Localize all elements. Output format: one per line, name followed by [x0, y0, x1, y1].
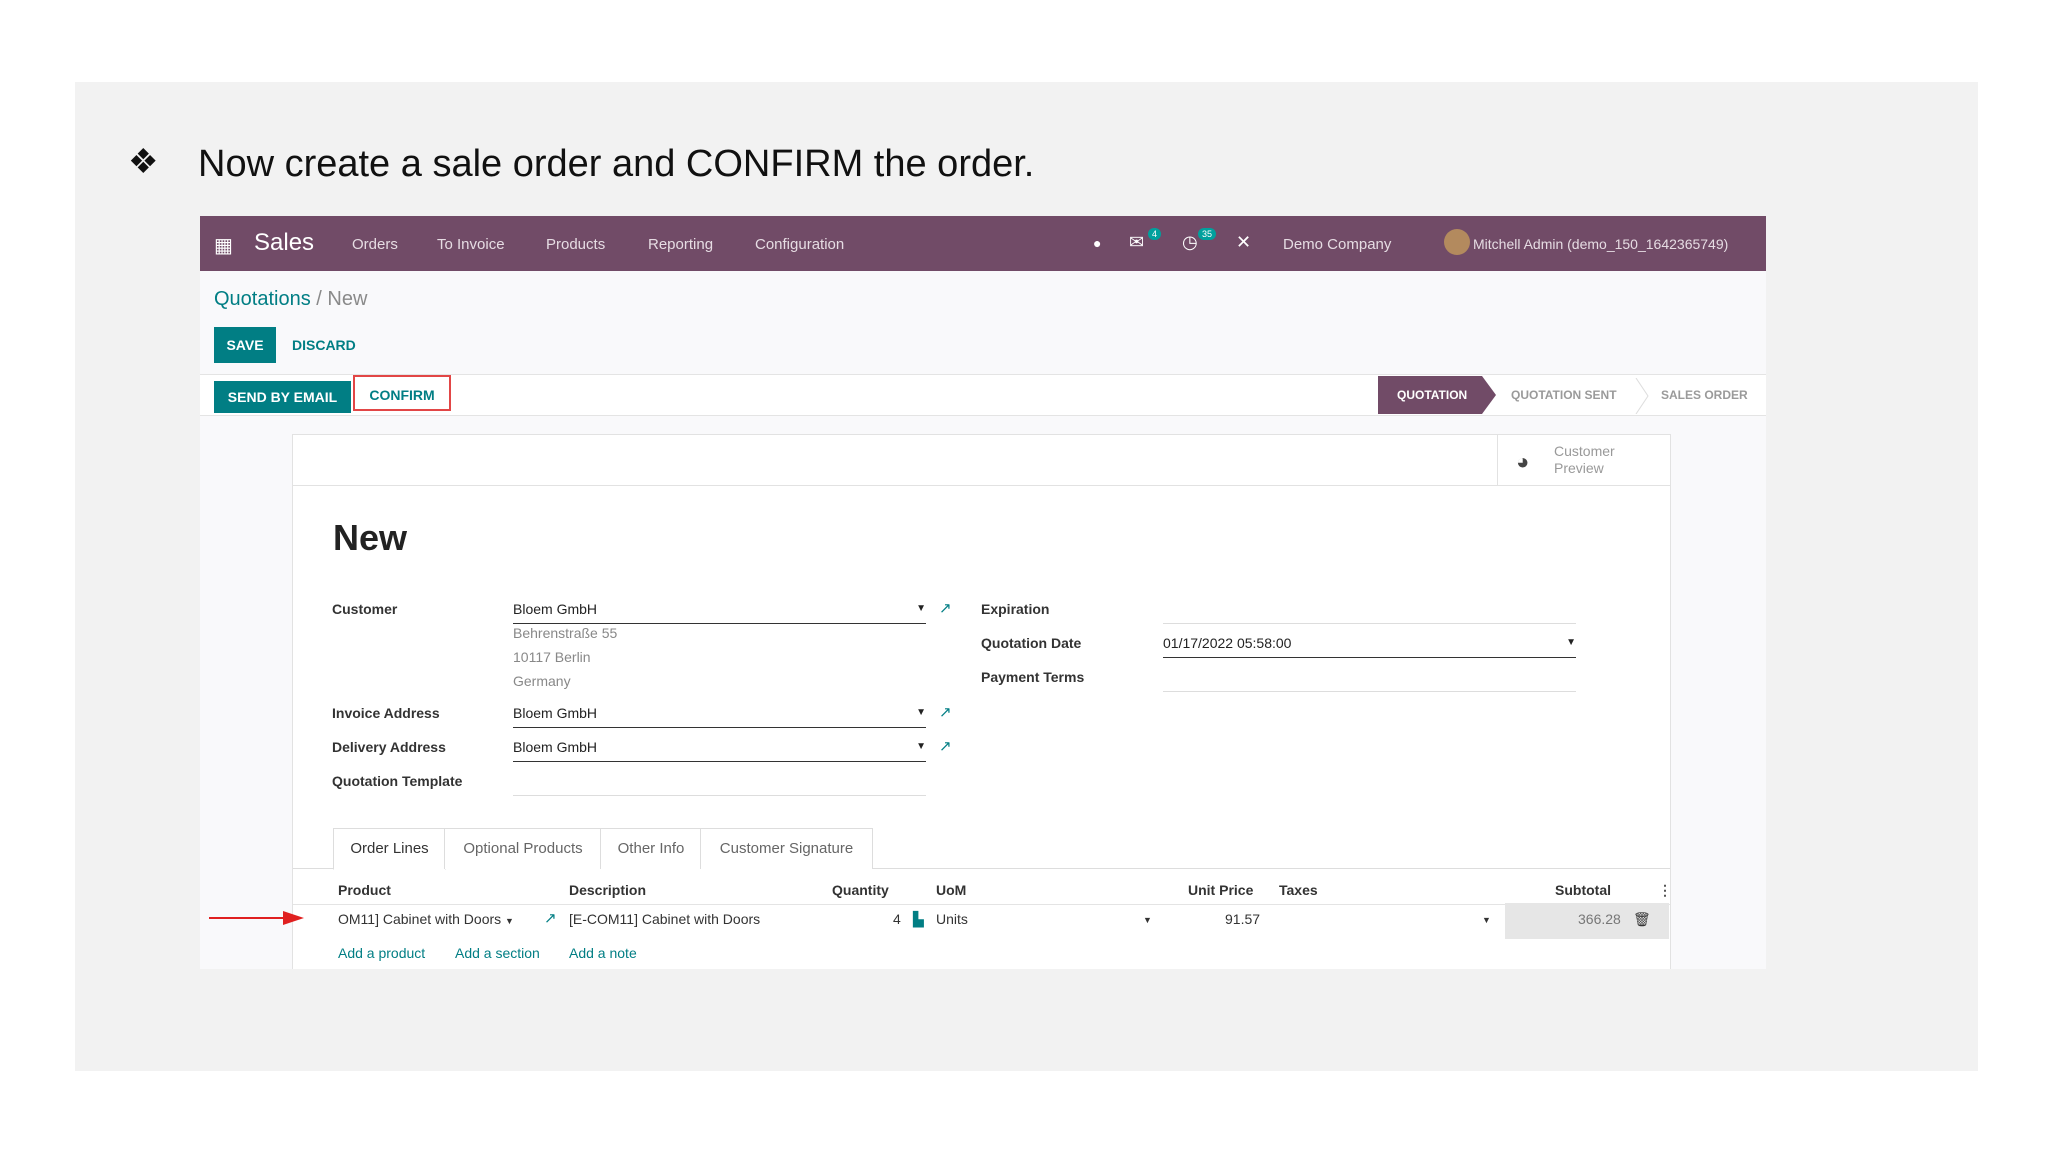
bug-icon[interactable]: ● — [1093, 235, 1101, 251]
delivery-address-value: Bloem GmbH — [513, 739, 598, 755]
company-switcher[interactable]: Demo Company — [1283, 236, 1391, 253]
slide-heading: Now create a sale order and CONFIRM the … — [198, 143, 1035, 185]
menu-products[interactable]: Products — [546, 236, 605, 253]
quotation-date-field[interactable]: 01/17/2022 05:58:00 ▼ — [1163, 635, 1576, 658]
menu-configuration[interactable]: Configuration — [755, 236, 844, 253]
messages-badge: 4 — [1148, 228, 1162, 240]
col-quantity[interactable]: Quantity — [832, 882, 889, 898]
chevron-down-icon: ▼ — [1566, 637, 1576, 648]
col-uom[interactable]: UoM — [936, 882, 966, 898]
preview-line2: Preview — [1554, 460, 1604, 476]
tab-customer-signature[interactable]: Customer Signature — [700, 828, 873, 869]
payment-terms-label: Payment Terms — [981, 669, 1085, 685]
clock-icon[interactable]: ◷ — [1182, 232, 1198, 253]
tab-other-info[interactable]: Other Info — [600, 828, 702, 869]
quotation-date-value: 01/17/2022 05:58:00 — [1163, 635, 1292, 651]
app-name[interactable]: Sales — [254, 229, 314, 257]
quotation-date-label: Quotation Date — [981, 635, 1082, 651]
tab-order-lines[interactable]: Order Lines — [333, 828, 446, 870]
tab-optional-products[interactable]: Optional Products — [444, 828, 602, 869]
invoice-address-field[interactable]: Bloem GmbH ▼ — [513, 705, 926, 728]
payment-terms-field[interactable] — [1163, 669, 1576, 692]
customer-value: Bloem GmbH — [513, 601, 598, 617]
chevron-down-icon: ▼ — [1143, 915, 1152, 925]
quotation-template-field[interactable] — [513, 773, 926, 796]
line-product-value: OM11] Cabinet with Doors — [338, 911, 502, 927]
delivery-address-field[interactable]: Bloem GmbH ▼ — [513, 739, 926, 762]
add-note-link[interactable]: Add a note — [569, 945, 637, 961]
quotation-template-label: Quotation Template — [332, 773, 463, 789]
globe-icon: ◕ — [1516, 449, 1530, 474]
col-description[interactable]: Description — [569, 882, 646, 898]
delivery-address-label: Delivery Address — [332, 739, 446, 755]
line-subtotal: 366.28 — [1578, 911, 1621, 927]
address-line1: Behrenstraße 55 — [513, 625, 618, 641]
col-subtotal[interactable]: Subtotal — [1555, 882, 1611, 898]
invoice-address-value: Bloem GmbH — [513, 705, 598, 721]
external-link-icon[interactable]: ↗ — [939, 599, 952, 617]
line-unit-price[interactable]: 91.57 — [1225, 911, 1260, 927]
col-product[interactable]: Product — [338, 882, 391, 898]
top-navbar: ▦ Sales Orders To Invoice Products Repor… — [200, 216, 1766, 271]
col-taxes[interactable]: Taxes — [1279, 882, 1318, 898]
stage-quotation-sent[interactable]: QUOTATION SENT — [1511, 376, 1617, 414]
breadcrumb-quotations[interactable]: Quotations — [214, 288, 311, 310]
send-by-email-button[interactable]: SEND BY EMAIL — [214, 381, 351, 413]
preview-line1: Customer — [1554, 443, 1615, 459]
chevron-down-icon: ▼ — [916, 603, 926, 614]
record-title: New — [333, 517, 408, 558]
chevron-down-icon: ▼ — [1482, 915, 1491, 925]
odoo-screenshot: ▦ Sales Orders To Invoice Products Repor… — [200, 216, 1766, 969]
stage-chevron-icon — [1635, 378, 1649, 414]
expiration-label: Expiration — [981, 601, 1050, 617]
chart-icon[interactable]: ▙ — [913, 911, 924, 928]
bullet-glyph: ❖ — [128, 143, 159, 181]
red-arrow-icon — [209, 911, 304, 925]
form-sheet: ◕ Customer Preview New Customer Bloem Gmb… — [292, 434, 1672, 969]
menu-reporting[interactable]: Reporting — [648, 236, 713, 253]
customer-label: Customer — [332, 601, 398, 617]
address-line3: Germany — [513, 673, 571, 689]
chat-icon[interactable]: ✉ — [1129, 232, 1144, 253]
add-section-link[interactable]: Add a section — [455, 945, 540, 961]
stage-sales-order[interactable]: SALES ORDER — [1661, 376, 1748, 414]
customer-preview-button[interactable]: ◕ Customer Preview — [1497, 435, 1670, 485]
activities-badge: 35 — [1198, 228, 1217, 240]
menu-to-invoice[interactable]: To Invoice — [437, 236, 505, 253]
optional-columns-icon[interactable]: ⋮ — [1658, 882, 1672, 899]
invoice-address-label: Invoice Address — [332, 705, 440, 721]
avatar[interactable] — [1444, 229, 1470, 255]
line-description[interactable]: [E-COM11] Cabinet with Doors — [569, 911, 760, 927]
chevron-down-icon: ▼ — [916, 741, 926, 752]
add-product-link[interactable]: Add a product — [338, 945, 425, 961]
user-menu[interactable]: Mitchell Admin (demo_150_1642365749) — [1473, 236, 1728, 252]
menu-orders[interactable]: Orders — [352, 236, 398, 253]
address-line2: 10117 Berlin — [513, 649, 591, 665]
external-link-icon[interactable]: ↗ — [939, 703, 952, 721]
line-quantity[interactable]: 4 — [893, 911, 901, 927]
confirm-button[interactable]: CONFIRM — [353, 375, 451, 411]
discard-button[interactable]: DISCARD — [292, 327, 356, 363]
save-button[interactable]: SAVE — [214, 327, 276, 363]
button-box — [293, 435, 1670, 486]
line-uom[interactable]: Units — [936, 911, 968, 927]
breadcrumb-current: New — [327, 288, 368, 310]
col-unit-price[interactable]: Unit Price — [1188, 882, 1253, 898]
stage-quotation[interactable]: QUOTATION — [1397, 376, 1467, 414]
close-icon[interactable]: ✕ — [1236, 232, 1251, 253]
chevron-down-icon: ▼ — [505, 916, 514, 926]
trash-icon[interactable]: 🗑 — [1633, 911, 1651, 928]
customer-field[interactable]: Bloem GmbH ▼ — [513, 601, 926, 624]
external-link-icon[interactable]: ↗ — [939, 737, 952, 755]
breadcrumb-separator: / — [316, 288, 322, 310]
breadcrumb: Quotations / New — [214, 288, 367, 311]
chevron-down-icon: ▼ — [916, 707, 926, 718]
line-product[interactable]: OM11] Cabinet with Doors ▼ — [338, 911, 514, 927]
apps-grid-icon[interactable]: ▦ — [214, 233, 233, 258]
external-link-icon[interactable]: ↗ — [544, 909, 557, 927]
header-divider — [293, 904, 1670, 905]
expiration-field[interactable] — [1163, 601, 1576, 624]
